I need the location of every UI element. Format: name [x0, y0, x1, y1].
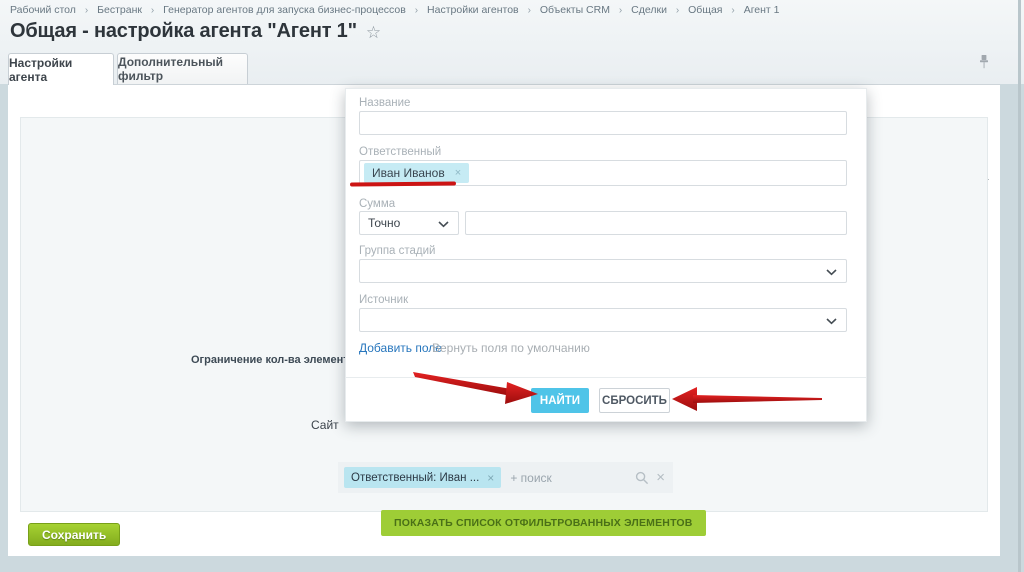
source-select[interactable] — [359, 308, 847, 332]
breadcrumb-separator-icon: › — [150, 5, 155, 16]
show-filtered-list-button[interactable]: ПОКАЗАТЬ СПИСОК ОТФИЛЬТРОВАННЫХ ЭЛЕМЕНТО… — [381, 510, 706, 536]
search-input[interactable]: + поиск — [510, 471, 635, 485]
breadcrumb-item-general[interactable]: Общая — [688, 4, 722, 16]
breadcrumb-separator-icon: › — [731, 5, 735, 16]
breadcrumb-item-agent-settings[interactable]: Настройки агентов — [427, 4, 519, 16]
scroll-strip — [1018, 0, 1021, 572]
tag-remove-icon[interactable]: × — [455, 167, 461, 179]
stage-group-select[interactable] — [359, 259, 847, 283]
sum-field-label: Сумма — [359, 198, 396, 210]
breadcrumb-separator-icon: › — [84, 5, 89, 16]
tab-agent-settings[interactable]: Настройки агента — [8, 53, 114, 85]
chevron-down-icon — [438, 221, 449, 228]
chevron-down-icon — [826, 318, 837, 325]
breadcrumb-item-deals[interactable]: Сделки — [631, 4, 667, 16]
breadcrumb-item-agent-generator[interactable]: Генератор агентов для запуска бизнес-про… — [163, 4, 406, 16]
breadcrumb-item-agent1[interactable]: Агент 1 — [744, 4, 780, 16]
responsible-field-label: Ответственный — [359, 146, 442, 158]
pin-icon[interactable] — [978, 55, 990, 69]
find-button[interactable]: НАЙТИ — [531, 388, 589, 413]
reset-button[interactable]: СБРОСИТЬ — [599, 388, 670, 413]
breadcrumb-separator-icon: › — [527, 5, 531, 16]
filter-search-bar[interactable]: Ответственный: Иван ... × + поиск × — [338, 462, 673, 493]
sum-operator-select[interactable]: Точно — [359, 211, 459, 235]
sum-operator-value: Точно — [368, 216, 401, 230]
red-arrow-right-annotation — [672, 387, 822, 411]
breadcrumb: Рабочий стол › Бестранк › Генератор аген… — [10, 4, 780, 16]
red-arrow-left-annotation — [413, 372, 538, 404]
breadcrumb-separator-icon: › — [675, 5, 680, 16]
breadcrumb-item-crm-objects[interactable]: Объекты CRM — [540, 4, 610, 16]
filter-chip-responsible[interactable]: Ответственный: Иван ... × — [344, 467, 502, 488]
restore-fields-link[interactable]: Вернуть поля по умолчанию — [432, 341, 590, 355]
site-label: Сайт — [311, 418, 339, 432]
breadcrumb-separator-icon: › — [618, 5, 623, 16]
breadcrumb-separator-icon: › — [414, 5, 419, 16]
clear-search-icon[interactable]: × — [656, 470, 665, 485]
chip-remove-icon[interactable]: × — [487, 471, 494, 485]
responsible-tag-label: Иван Иванов — [372, 166, 445, 180]
breadcrumb-item-bestrank[interactable]: Бестранк — [97, 4, 142, 16]
app-root: Рабочий стол › Бестранк › Генератор аген… — [0, 0, 1024, 572]
responsible-tag[interactable]: Иван Иванов × — [364, 163, 470, 183]
name-input[interactable] — [359, 111, 847, 135]
search-icon[interactable] — [635, 471, 649, 485]
favorite-star-icon[interactable]: ☆ — [366, 23, 381, 43]
stage-group-field-label: Группа стадий — [359, 245, 436, 257]
source-field-label: Источник — [359, 294, 409, 306]
chevron-down-icon — [826, 269, 837, 276]
filter-chip-label: Ответственный: Иван ... — [351, 471, 480, 484]
tab-additional-filter[interactable]: Дополнительный фильтр — [117, 53, 248, 84]
sum-value-input[interactable] — [465, 211, 847, 235]
add-field-link[interactable]: Добавить поле — [359, 341, 442, 355]
name-field-label: Название — [359, 97, 411, 109]
breadcrumb-item-desktop[interactable]: Рабочий стол — [10, 4, 76, 16]
page-title: Общая - настройка агента "Агент 1" — [10, 20, 357, 42]
save-button[interactable]: Сохранить — [28, 523, 121, 546]
